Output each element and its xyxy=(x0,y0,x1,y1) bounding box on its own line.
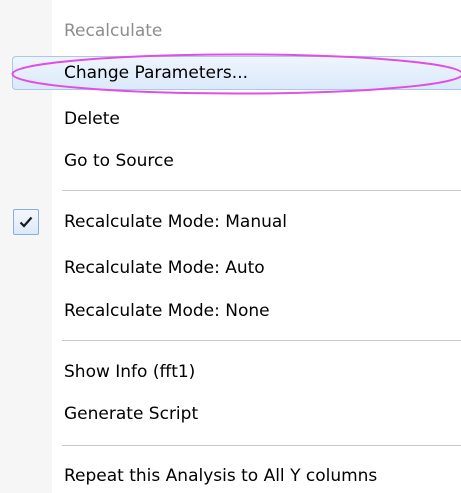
menu-item-repeat-analysis[interactable]: Repeat this Analysis to All Y columns xyxy=(64,461,377,491)
annotation-ellipse xyxy=(11,53,461,95)
menu-separator xyxy=(62,340,461,342)
menu-item-show-info[interactable]: Show Info (fft1) xyxy=(64,357,195,387)
menu-item-go-to-source[interactable]: Go to Source xyxy=(64,146,174,176)
context-menu: Recalculate Change Parameters... Delete … xyxy=(0,0,461,493)
checkmark-icon xyxy=(13,209,39,235)
menu-item-delete[interactable]: Delete xyxy=(64,104,120,134)
menu-item-recalculate-mode-manual[interactable]: Recalculate Mode: Manual xyxy=(64,207,287,237)
menu-item-recalculate-mode-auto[interactable]: Recalculate Mode: Auto xyxy=(64,253,265,283)
menu-item-generate-script[interactable]: Generate Script xyxy=(64,399,198,429)
menu-item-recalculate-mode-none[interactable]: Recalculate Mode: None xyxy=(64,296,270,326)
menu-separator xyxy=(62,190,461,192)
menu-item-recalculate: Recalculate xyxy=(64,21,163,41)
menu-separator xyxy=(62,445,461,447)
